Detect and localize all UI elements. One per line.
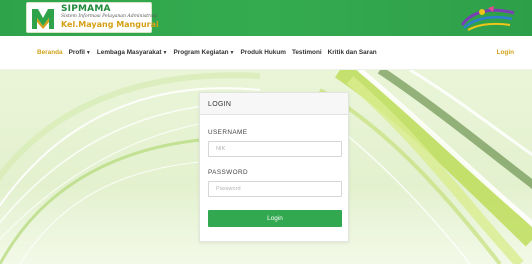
nav-item-profil[interactable]: Profil▼ (69, 49, 91, 56)
nav-list: Beranda Profil▼ Lembaga Masyarakat▼ Prog… (37, 49, 377, 56)
username-label: USERNAME (208, 129, 248, 136)
nav-item-label: Kritik dan Saran (327, 49, 377, 56)
nav-item-lembaga-masyarakat[interactable]: Lembaga Masyarakat▼ (97, 49, 168, 56)
logo-m-icon (32, 9, 54, 29)
logo-place: Kel.Mayang Mangurai (61, 20, 159, 29)
main-nav: Beranda Profil▼ Lembaga Masyarakat▼ Prog… (0, 36, 532, 70)
login-card-title: LOGIN (200, 93, 348, 115)
nav-item-label: Testimoni (291, 49, 322, 56)
nav-item-program-kegiatan[interactable]: Program Kegiatan▼ (173, 49, 234, 56)
caret-down-icon: ▼ (162, 50, 168, 56)
nav-item-produk-hukum[interactable]: Produk Hukum (240, 49, 285, 56)
site-logo[interactable]: SIPMAMA Sistem Informasi Pelayanan Admin… (26, 2, 159, 33)
nav-login-link[interactable]: Login (497, 49, 514, 56)
login-button[interactable]: Login (208, 210, 342, 227)
site-header: SIPMAMA Sistem Informasi Pelayanan Admin… (0, 0, 532, 36)
username-input[interactable] (208, 141, 342, 157)
password-label: PASSWORD (208, 169, 249, 176)
password-input[interactable] (208, 181, 342, 197)
nav-item-label: Program Kegiatan (173, 49, 229, 56)
nav-item-kritik-dan-saran[interactable]: Kritik dan Saran (328, 49, 377, 56)
caret-down-icon: ▼ (85, 50, 91, 56)
nav-item-label: Produk Hukum (240, 49, 286, 56)
login-card: LOGIN USERNAME PASSWORD Login (199, 92, 349, 242)
tourism-logo-icon (460, 6, 515, 31)
logo-subtitle: Sistem Informasi Pelayanan Administrasi (61, 14, 157, 19)
nav-item-label: Lembaga Masyarakat (96, 49, 162, 56)
nav-item-label: Profil (68, 49, 85, 56)
caret-down-icon: ▼ (229, 50, 235, 56)
nav-item-beranda[interactable]: Beranda (37, 49, 63, 56)
nav-item-label: Beranda (37, 49, 63, 56)
logo-title: SIPMAMA (61, 4, 111, 14)
nav-item-testimoni[interactable]: Testimoni (292, 49, 322, 56)
